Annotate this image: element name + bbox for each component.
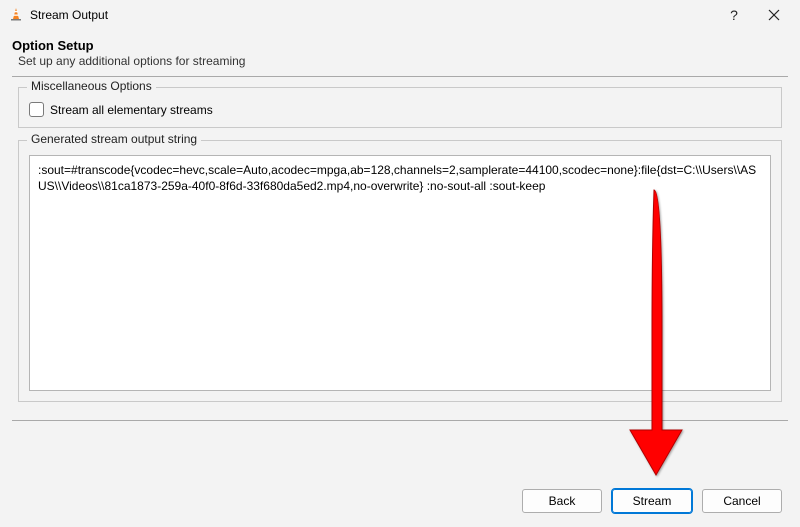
section-subtitle: Set up any additional options for stream… xyxy=(12,53,788,68)
checkbox-label: Stream all elementary streams xyxy=(50,103,213,117)
section-title: Option Setup xyxy=(12,38,788,53)
footer-divider xyxy=(12,420,788,421)
cancel-button[interactable]: Cancel xyxy=(702,489,782,513)
group-label-misc: Miscellaneous Options xyxy=(27,79,156,93)
close-icon xyxy=(768,9,780,21)
back-button[interactable]: Back xyxy=(522,489,602,513)
divider xyxy=(12,76,788,77)
checkbox-stream-all[interactable]: Stream all elementary streams xyxy=(29,102,771,117)
checkbox-icon xyxy=(29,102,44,117)
group-label-generated: Generated stream output string xyxy=(27,132,201,146)
button-row: Back Stream Cancel xyxy=(522,489,782,513)
close-button[interactable] xyxy=(754,0,794,30)
window-title: Stream Output xyxy=(30,8,108,22)
section-header: Option Setup Set up any additional optio… xyxy=(0,30,800,70)
titlebar: Stream Output ? xyxy=(0,0,800,30)
stream-button[interactable]: Stream xyxy=(612,489,692,513)
group-miscellaneous: Miscellaneous Options Stream all element… xyxy=(18,87,782,128)
vlc-cone-icon xyxy=(8,6,24,25)
generated-output-textarea[interactable]: :sout=#transcode{vcodec=hevc,scale=Auto,… xyxy=(29,155,771,391)
help-button[interactable]: ? xyxy=(714,0,754,30)
group-generated-string: Generated stream output string :sout=#tr… xyxy=(18,140,782,402)
